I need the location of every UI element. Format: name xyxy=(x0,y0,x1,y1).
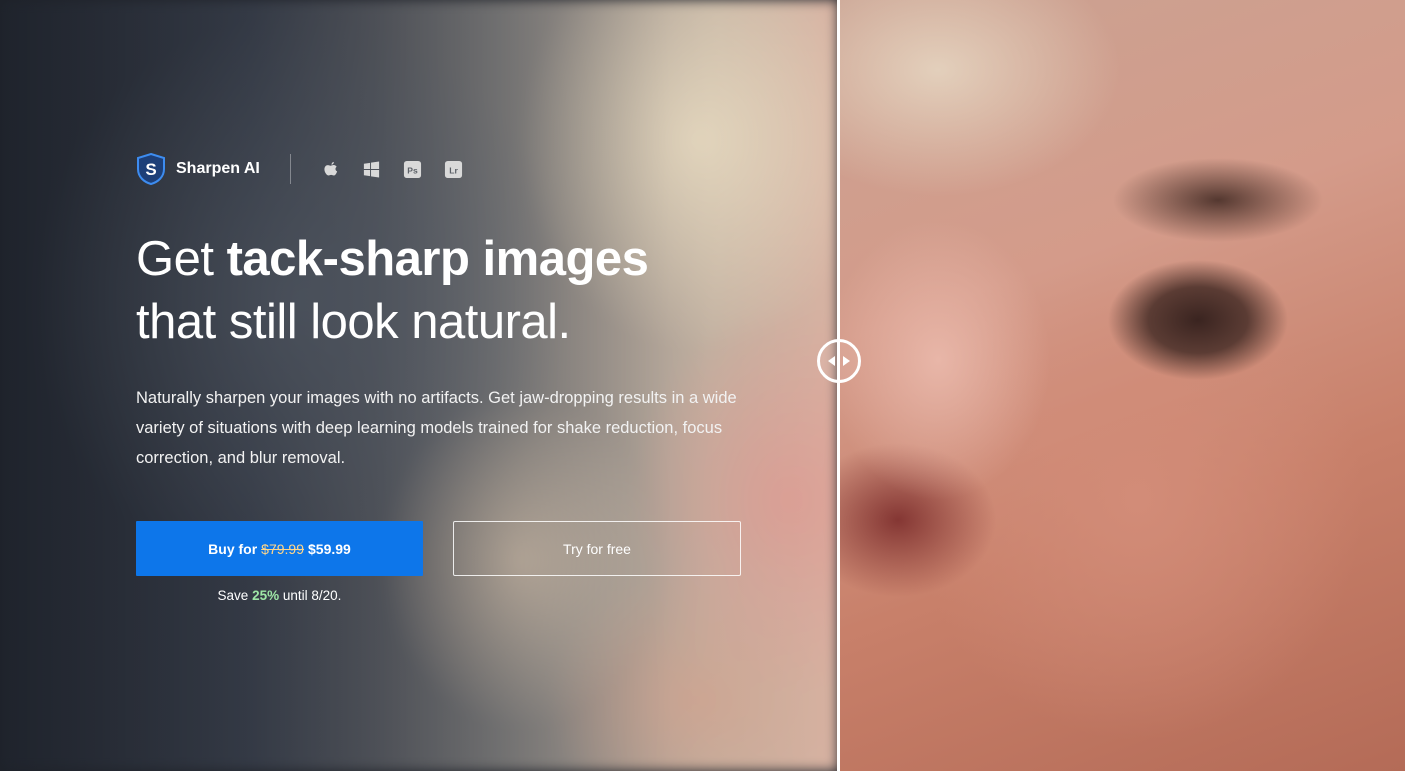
buy-label: Buy for xyxy=(208,540,258,557)
compare-slider-handle[interactable] xyxy=(817,339,861,383)
headline-part-1: Get xyxy=(136,232,227,286)
left-right-arrows-icon xyxy=(828,356,850,366)
new-price: $59.99 xyxy=(308,540,351,557)
old-price: $79.99 xyxy=(261,540,304,557)
promo-percent: 25% xyxy=(252,588,280,603)
compare-divider-line[interactable] xyxy=(837,0,840,771)
promo-prefix: Save xyxy=(217,588,249,603)
brand-divider xyxy=(289,154,291,184)
product-brand-row: S Sharpen AI Ps Lr xyxy=(136,152,463,186)
platform-icons: Ps Lr xyxy=(321,160,463,179)
svg-text:S: S xyxy=(145,160,156,179)
buy-button[interactable]: Buy for $79.99 $59.99 xyxy=(136,521,423,576)
hero-section: S Sharpen AI Ps Lr Get tack-sharp images… xyxy=(0,0,1405,771)
lightroom-icon: Lr xyxy=(444,160,462,178)
windows-icon xyxy=(363,161,379,177)
hero-content: S Sharpen AI Ps Lr Get tack-sharp images… xyxy=(136,0,776,771)
hero-headline: Get tack-sharp images that still look na… xyxy=(136,228,776,354)
headline-bold-part: tack-sharp images xyxy=(226,232,649,286)
promo-note: Save 25% until 8/20. xyxy=(136,588,423,603)
cta-buttons: Buy for $79.99 $59.99 Try for free xyxy=(136,521,741,576)
apple-icon xyxy=(324,161,338,175)
photoshop-icon: Ps xyxy=(403,160,421,178)
try-free-button[interactable]: Try for free xyxy=(453,521,741,576)
after-photo-sharpened xyxy=(838,0,1405,771)
product-name: Sharpen AI xyxy=(176,160,260,177)
promo-suffix: until 8/20. xyxy=(282,588,342,603)
sharpen-ai-logo-icon: S xyxy=(137,153,165,185)
headline-part-2: that still look natural. xyxy=(136,295,571,349)
hero-description: Naturally sharpen your images with no ar… xyxy=(136,389,737,467)
svg-text:Ps: Ps xyxy=(407,165,418,175)
svg-text:Lr: Lr xyxy=(449,165,458,175)
